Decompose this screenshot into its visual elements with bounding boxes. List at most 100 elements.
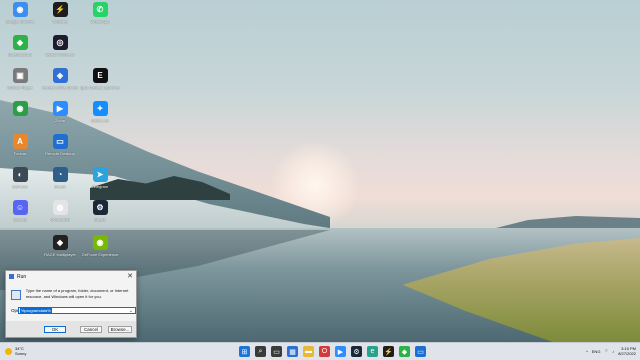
- desktop-shortcut-label: Telegram: [91, 184, 109, 189]
- bluestacks-icon: ◆: [12, 35, 28, 50]
- taskbar: 34°C Sunny ⊞ ⌕ ▭ ▦ ▬ O ▶ ⚙ e ⚡ ◆ ▭ ^ ENG ⌔ ♪ 3:15 P…: [0, 342, 640, 360]
- system-tray: ^ ENG ⌔ ♪ 3:15 PM 8/27/2022: [586, 346, 636, 356]
- zoom-icon: ▶: [52, 101, 68, 116]
- desktop-shortcut-label: Epic Games Launcher: [80, 85, 120, 90]
- desktop-shortcut[interactable]: ◉ GeForce Experience: [82, 235, 118, 269]
- desktop-shortcut[interactable]: ▣ Roblox Player: [2, 68, 38, 102]
- run-dialog: Run ✕ Type the name of a program, folder…: [5, 270, 137, 338]
- run-button-bar: OK Cancel Browse...: [6, 321, 136, 337]
- desktop-shortcut-label: Remote Desktop: [45, 151, 75, 156]
- epic-games-icon: E: [92, 68, 108, 83]
- desktop-shortcut-label: Zoom: [54, 118, 66, 123]
- desktop-shortcut[interactable]: ⚡ Winamp: [42, 2, 78, 36]
- widgets-icon[interactable]: ▦: [287, 346, 298, 357]
- geforce-experience-icon: ◉: [92, 235, 108, 250]
- desktop-shortcut[interactable]: ◆ BlueStacks 5: [2, 35, 38, 69]
- cancel-button[interactable]: Cancel: [80, 326, 102, 333]
- desktop-shortcut-label: Discord: [13, 217, 27, 222]
- bluestacks-icon[interactable]: ◆: [399, 346, 410, 357]
- desktop-shortcut[interactable]: ▭ Remote Desktop: [42, 134, 78, 168]
- desktop-shortcut-label: Roblox Player: [7, 85, 33, 90]
- desktop-shortcut[interactable]: ✆ WhatsApp: [82, 2, 118, 36]
- clock[interactable]: 3:15 PM 8/27/2022: [618, 346, 636, 356]
- desktop-shortcut[interactable]: ⚙ Steam: [82, 200, 118, 234]
- chevron-up-icon[interactable]: ^: [586, 349, 588, 354]
- run-description: Type the name of a program, folder, docu…: [25, 288, 129, 299]
- open-input[interactable]: %programdata% ⌄: [18, 307, 136, 314]
- desktop-shortcut-label: BlueStacks 5: [8, 52, 32, 57]
- ubisoft-icon: ◎: [52, 35, 68, 50]
- desktop-shortcut[interactable]: ◆ RAGE Multiplayer: [42, 235, 78, 269]
- heroes-of-the-storm-icon: ◈: [52, 68, 68, 83]
- desktop-shortcut-label: Battle.net: [91, 118, 109, 123]
- geforce-icon: ◐: [12, 167, 28, 182]
- sun-icon: [5, 347, 12, 355]
- steam-icon: ◔: [52, 167, 68, 182]
- desktop-shortcut-label: Google Chrome: [5, 19, 35, 24]
- whatsapp-icon: ✆: [92, 2, 108, 17]
- taskbar-apps: ⊞ ⌕ ▭ ▦ ▬ O ▶ ⚙ e ⚡ ◆ ▭: [239, 346, 426, 357]
- volume-icon[interactable]: ♪: [612, 349, 614, 354]
- desktop-shortcut-label: Winamp: [52, 19, 68, 24]
- battlenet-icon: ✦: [92, 101, 108, 116]
- steam-icon: ⚙: [92, 200, 108, 215]
- desktop-shortcut[interactable]: ◎ Ubisoft Connect: [42, 35, 78, 69]
- network-icon[interactable]: ⌔: [604, 348, 608, 354]
- desktop-shortcut[interactable]: ✦ Battle.net: [82, 101, 118, 135]
- desktop-shortcut-label: Overwatch: [50, 217, 70, 222]
- roblox-icon: ▣: [12, 68, 28, 83]
- desktop-shortcut-label: Steam: [54, 184, 66, 189]
- language-indicator[interactable]: ENG: [592, 349, 601, 354]
- desktop-shortcut-label: RAGE Multiplayer: [44, 252, 76, 257]
- desktop-shortcut-label: Heroes of the Storm: [42, 85, 78, 90]
- run-title: Run: [17, 273, 27, 280]
- desktop: ◉ Google Chrome ⚡ Winamp ✆ WhatsApp ◆ BlueStack…: [0, 0, 640, 360]
- desktop-shortcut-label: Steam: [94, 217, 106, 222]
- close-icon[interactable]: ✕: [127, 272, 133, 280]
- weather-widget[interactable]: 34°C Sunny: [5, 346, 26, 356]
- edge-icon[interactable]: e: [367, 346, 378, 357]
- foobar-icon: A: [12, 134, 28, 149]
- clock-date: 8/27/2022: [618, 351, 636, 356]
- app-icon: ◉: [12, 101, 28, 116]
- run-app-icon: [9, 274, 14, 279]
- chrome-icon: ◉: [12, 2, 28, 17]
- desktop-shortcut[interactable]: ▶ Zoom: [42, 101, 78, 135]
- remote-desktop-icon: ▭: [52, 134, 68, 149]
- rage-mp-icon: ◆: [52, 235, 68, 250]
- discord-icon: ☺: [12, 200, 28, 215]
- desktop-shortcut-label: Ubisoft Connect: [45, 52, 75, 57]
- winamp-icon: ⚡: [52, 2, 68, 17]
- desktop-shortcut[interactable]: E Epic Games Launcher: [80, 68, 120, 102]
- weather-desc: Sunny: [15, 351, 27, 356]
- search-icon[interactable]: ⌕: [255, 346, 266, 357]
- open-input-value: %programdata%: [20, 308, 52, 313]
- file-explorer-icon[interactable]: ▬: [303, 346, 314, 357]
- desktop-shortcut[interactable]: ◐ GeForce: [2, 167, 38, 201]
- opera-gx-icon[interactable]: O: [319, 346, 330, 357]
- desktop-shortcut[interactable]: ☺ Discord: [2, 200, 38, 234]
- ok-button[interactable]: OK: [44, 326, 66, 333]
- desktop-shortcut[interactable]: ◔ Steam: [42, 167, 78, 201]
- desktop-shortcut[interactable]: ➤ Telegram: [82, 167, 118, 201]
- desktop-shortcut[interactable]: A Foobar: [2, 134, 38, 168]
- telegram-icon: ➤: [92, 167, 108, 182]
- overwatch-icon: ◍: [52, 200, 68, 215]
- browse-button[interactable]: Browse...: [108, 326, 132, 333]
- desktop-shortcut[interactable]: ◍ Overwatch: [42, 200, 78, 234]
- zoom-icon[interactable]: ▶: [335, 346, 346, 357]
- desktop-shortcut[interactable]: ◉: [2, 101, 38, 135]
- desktop-shortcut-label: GeForce Experience: [81, 252, 119, 257]
- chevron-down-icon[interactable]: ⌄: [129, 308, 133, 314]
- run-program-icon: [11, 290, 21, 300]
- desktop-shortcut[interactable]: ◉ Google Chrome: [2, 2, 38, 36]
- start-icon[interactable]: ⊞: [239, 346, 250, 357]
- desktop-shortcut-label: Foobar: [13, 151, 27, 156]
- run-title-bar[interactable]: Run: [6, 271, 136, 282]
- steam-icon[interactable]: ⚙: [351, 346, 362, 357]
- task-view-icon[interactable]: ▭: [271, 346, 282, 357]
- winamp-icon[interactable]: ⚡: [383, 346, 394, 357]
- desktop-shortcut-label: WhatsApp: [90, 19, 110, 24]
- remote-desktop-icon[interactable]: ▭: [415, 346, 426, 357]
- desktop-shortcut[interactable]: ◈ Heroes of the Storm: [42, 68, 78, 102]
